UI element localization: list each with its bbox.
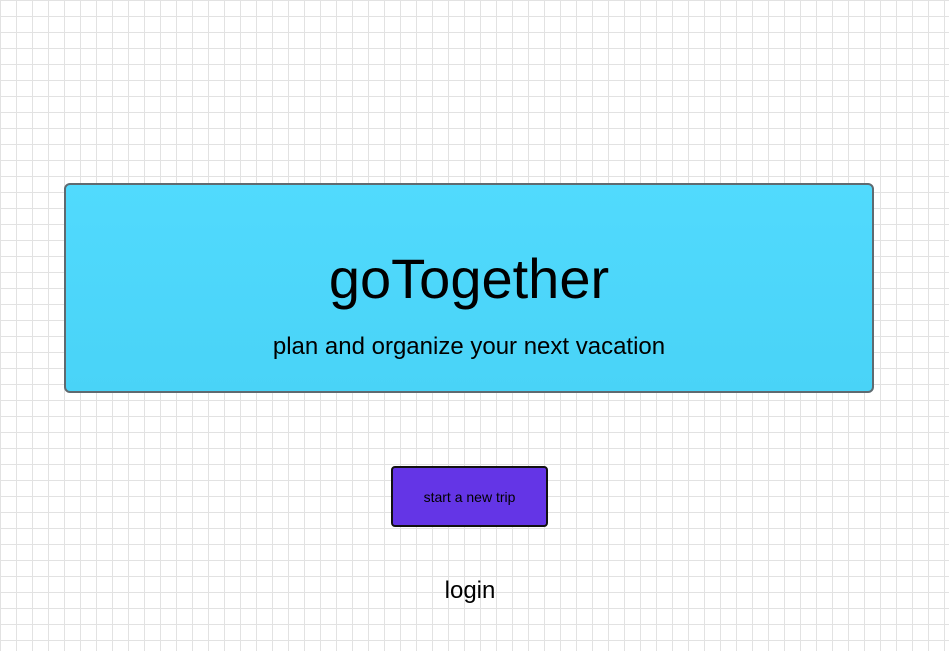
start-new-trip-button[interactable]: start a new trip bbox=[391, 466, 548, 527]
app-title: goTogether bbox=[328, 247, 610, 310]
start-new-trip-label: start a new trip bbox=[423, 488, 516, 505]
login-link[interactable]: login bbox=[374, 576, 566, 606]
app-tagline: plan and organize your next vacation bbox=[272, 333, 666, 360]
hero-banner: goTogether plan and organize your next v… bbox=[64, 183, 874, 393]
